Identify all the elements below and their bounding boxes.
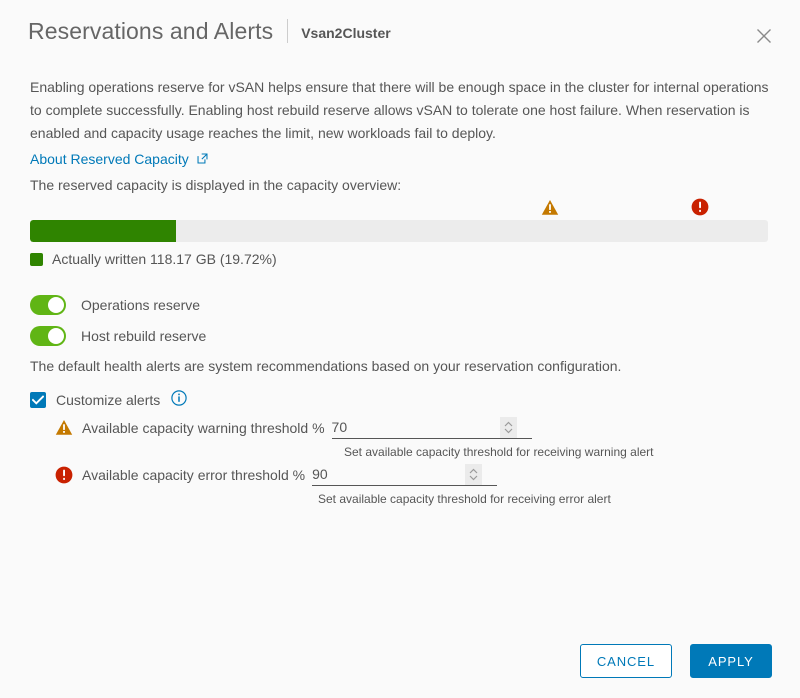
legend-label: Actually written 118.17 GB (19.72%) bbox=[52, 251, 277, 267]
error-threshold-row: Available capacity error threshold % bbox=[55, 464, 498, 486]
error-threshold-label: Available capacity error threshold % bbox=[82, 467, 306, 483]
warning-threshold-row: Available capacity warning threshold % bbox=[55, 417, 532, 439]
customize-alerts-checkbox[interactable] bbox=[30, 391, 46, 408]
apply-button[interactable]: APPLY bbox=[690, 644, 772, 678]
dialog-body: Enabling operations reserve for vSAN hel… bbox=[0, 62, 800, 196]
dialog-footer: CANCEL APPLY bbox=[0, 624, 800, 698]
operations-reserve-toggle[interactable] bbox=[30, 295, 66, 315]
page-title: Reservations and Alerts bbox=[28, 17, 274, 44]
external-link-icon[interactable] bbox=[196, 149, 209, 171]
capacity-overview-note: The reserved capacity is displayed in th… bbox=[30, 177, 402, 193]
description-paragraph: Enabling operations reserve for vSAN hel… bbox=[30, 79, 769, 141]
capacity-error-marker-icon bbox=[691, 198, 709, 216]
reserve-toggles: Operations reserve Host rebuild reserve bbox=[30, 290, 206, 352]
reservations-and-alerts-dialog: Reservations and Alerts Vsan2Cluster Ena… bbox=[0, 0, 800, 698]
host-rebuild-reserve-label: Host rebuild reserve bbox=[81, 328, 207, 344]
error-threshold-stepper[interactable] bbox=[465, 464, 483, 485]
host-rebuild-reserve-toggle[interactable] bbox=[30, 326, 66, 346]
warning-threshold-helper-text: Set available capacity threshold for rec… bbox=[344, 445, 654, 459]
capacity-bar-fill bbox=[30, 220, 176, 242]
capacity-legend: Actually written 118.17 GB (19.72%) bbox=[30, 251, 277, 267]
dialog-header: Reservations and Alerts Vsan2Cluster bbox=[0, 0, 800, 62]
legend-color-swatch bbox=[30, 252, 43, 266]
toggle-row-host-rebuild-reserve: Host rebuild reserve bbox=[30, 321, 206, 351]
warning-threshold-label: Available capacity warning threshold % bbox=[82, 420, 325, 436]
toggle-knob bbox=[48, 297, 64, 313]
info-icon[interactable] bbox=[171, 390, 187, 411]
about-reserved-capacity-link[interactable]: About Reserved Capacity bbox=[30, 148, 189, 170]
capacity-warning-marker-icon bbox=[541, 199, 559, 217]
about-reserved-capacity-row: About Reserved Capacity bbox=[0, 145, 800, 170]
warning-triangle-icon bbox=[55, 419, 73, 437]
toggle-row-operations-reserve: Operations reserve bbox=[30, 290, 206, 320]
toggle-knob bbox=[48, 328, 64, 344]
header-divider bbox=[287, 19, 289, 43]
error-threshold-spinner bbox=[312, 464, 498, 486]
operations-reserve-label: Operations reserve bbox=[81, 297, 201, 313]
customize-alerts-row: Customize alerts bbox=[30, 389, 187, 410]
close-icon[interactable] bbox=[752, 24, 776, 48]
capacity-bar-track bbox=[30, 220, 768, 242]
warning-threshold-stepper[interactable] bbox=[499, 417, 517, 438]
cluster-name: Vsan2Cluster bbox=[301, 25, 391, 41]
error-octagon-icon bbox=[55, 466, 73, 484]
cancel-button[interactable]: CANCEL bbox=[579, 644, 672, 678]
alerts-intro-text: The default health alerts are system rec… bbox=[30, 358, 622, 374]
warning-threshold-spinner bbox=[331, 417, 532, 439]
customize-alerts-label: Customize alerts bbox=[56, 391, 161, 408]
error-threshold-helper-text: Set available capacity threshold for rec… bbox=[318, 492, 611, 506]
